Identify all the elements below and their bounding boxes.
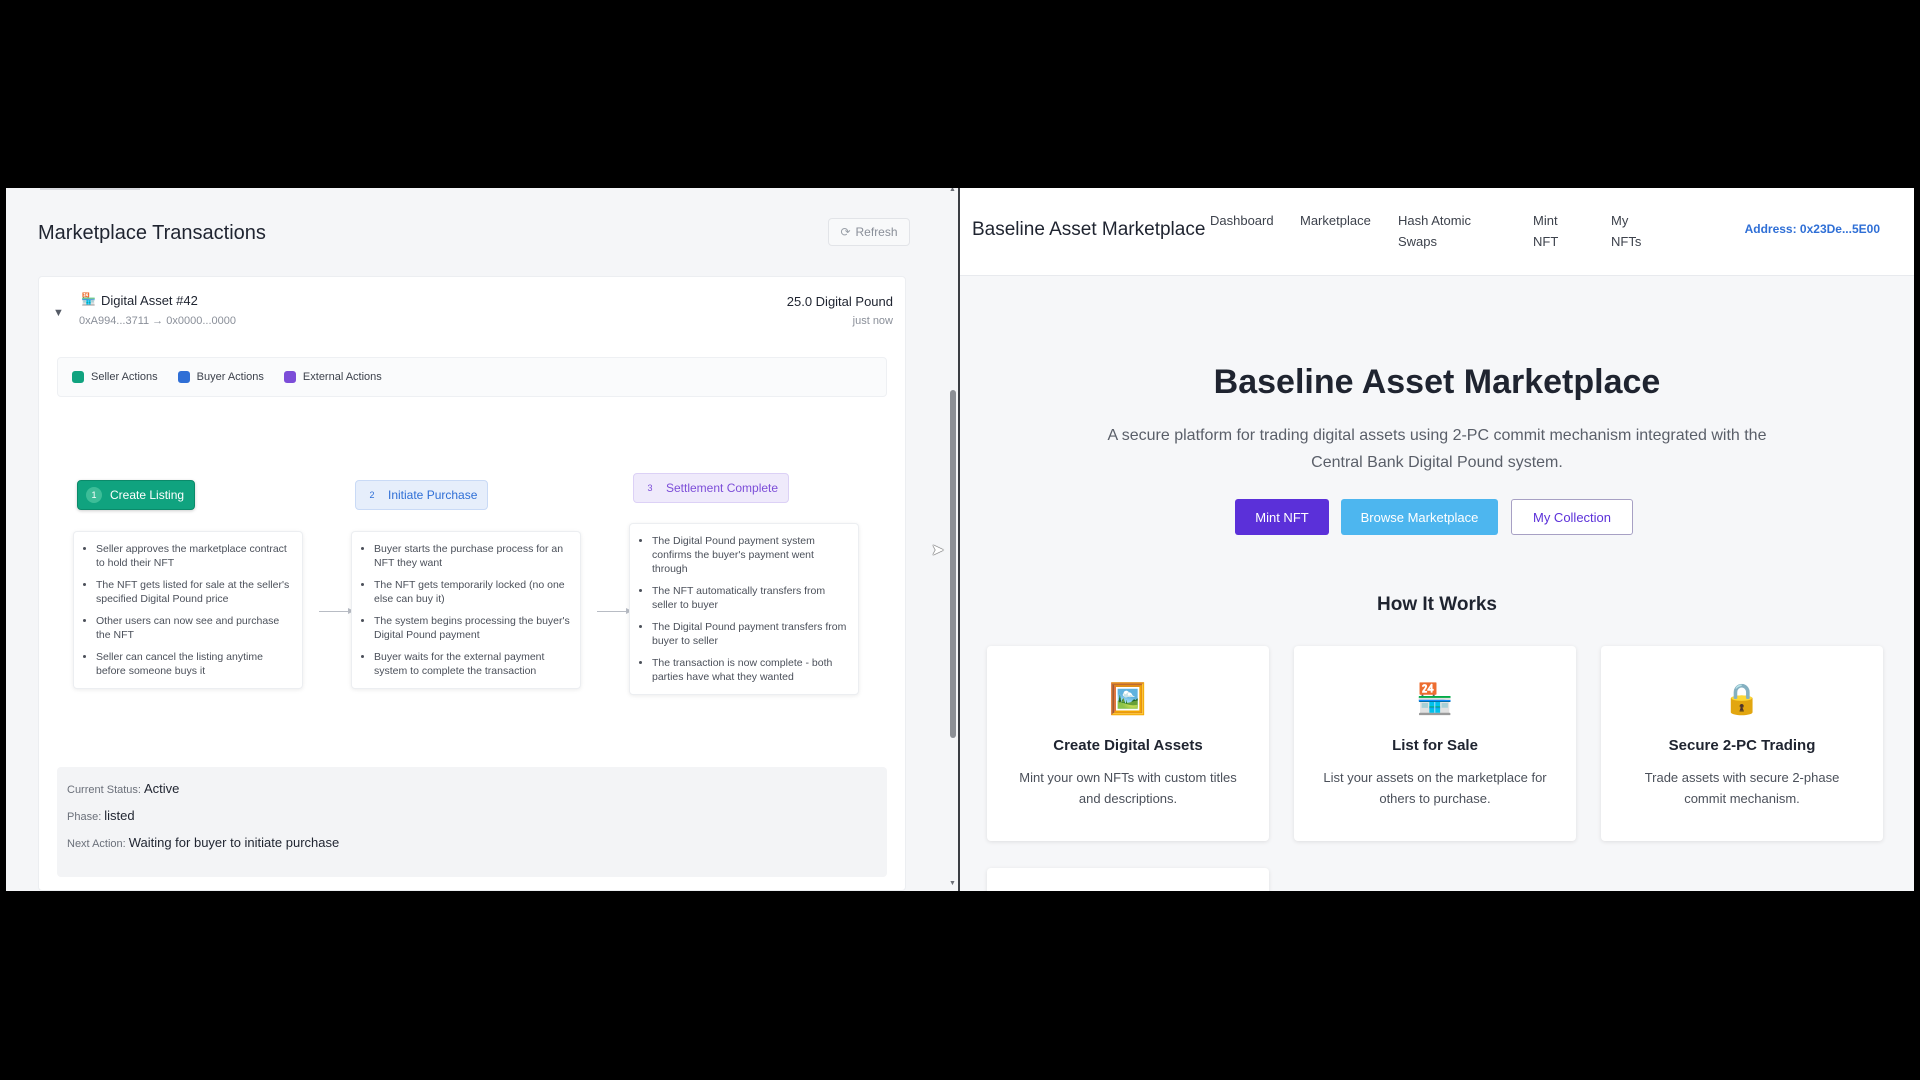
feature-title: Secure 2-PC Trading <box>1668 737 1816 754</box>
step-number: 3 <box>647 483 653 493</box>
wallet-address[interactable]: Address: 0x23De...5E00 <box>1745 222 1880 236</box>
transaction-card: ▼ 🏪 Digital Asset #42 0xA994...3711 → 0x… <box>38 276 906 891</box>
list-item: The NFT gets temporarily locked (no one … <box>374 578 570 606</box>
top-divider <box>40 188 140 190</box>
collapse-triangle-icon[interactable]: ▼ <box>53 307 64 319</box>
phase-value: listed <box>104 808 135 823</box>
list-item: Other users can now see and purchase the… <box>96 614 292 642</box>
framed-picture-icon: 🖼️ <box>1109 683 1147 716</box>
step-number: 1 <box>86 487 102 503</box>
step-initiate-purchase[interactable]: 2 Initiate Purchase <box>355 480 489 510</box>
asset-name: Digital Asset #42 <box>101 293 198 308</box>
hero-title: Baseline Asset Marketplace <box>1213 363 1661 401</box>
top-navbar: Baseline Asset Marketplace Dashboard Mar… <box>960 188 1914 276</box>
next-action: Next Action: Waiting for buyer to initiat… <box>67 835 339 850</box>
list-item: Seller approves the marketplace contract… <box>96 542 292 570</box>
nav-mint-nft[interactable]: Mint NFT <box>1533 210 1569 252</box>
mouse-cursor-icon: ➤ <box>931 542 945 559</box>
feature-card-create: 🖼️ Create Digital Assets Mint your own N… <box>987 646 1269 841</box>
nav-my-nfts[interactable]: My NFTs <box>1611 210 1647 252</box>
nav-dashboard[interactable]: Dashboard <box>1210 210 1274 231</box>
brand-title[interactable]: Baseline Asset Marketplace <box>972 219 1205 241</box>
section-title: How It Works <box>1377 594 1497 615</box>
phase-label: Phase: <box>67 811 102 823</box>
current-status: Current Status: Active <box>67 781 179 796</box>
scroll-up-icon[interactable]: ▲ <box>949 188 956 193</box>
legend-label: Seller Actions <box>91 371 158 383</box>
storefront-icon: 🏪 <box>81 292 96 306</box>
legend-buyer: Buyer Actions <box>177 371 264 383</box>
nav-hash-atomic-swaps[interactable]: Hash Atomic Swaps <box>1398 210 1498 252</box>
scrollbar-thumb[interactable] <box>950 390 956 738</box>
step-label: Create Listing <box>110 488 185 502</box>
feature-desc: Trade assets with secure 2-phase commit … <box>1644 770 1840 806</box>
step-number: 2 <box>369 490 375 500</box>
next-action-value: Waiting for buyer to initiate purchase <box>128 835 340 850</box>
step-details-create-listing: Seller approves the marketplace contract… <box>73 531 303 689</box>
step-create-listing[interactable]: 1 Create Listing <box>77 480 196 510</box>
legend-seller: Seller Actions <box>72 371 158 383</box>
list-item: The transaction is now complete - both p… <box>652 656 848 684</box>
legend-label: External Actions <box>302 371 382 383</box>
phase: Phase: listed <box>67 808 135 823</box>
feature-card-partial <box>987 868 1269 891</box>
step-label: Initiate Purchase <box>388 488 478 502</box>
transaction-amount: 25.0 Digital Pound <box>786 294 893 309</box>
step-settlement-complete[interactable]: 3 Settlement Complete <box>633 473 790 503</box>
buyer-swatch <box>177 371 190 383</box>
list-item: The Digital Pound payment transfers from… <box>652 620 848 648</box>
next-action-label: Next Action: <box>67 838 126 850</box>
browse-marketplace-button[interactable]: Browse Marketplace <box>1341 499 1498 535</box>
list-item: The NFT gets listed for sale at the sell… <box>96 578 292 606</box>
hero-subtitle: A secure platform for trading digital as… <box>1107 427 1767 471</box>
flow-arrow-icon <box>319 608 354 614</box>
feature-title: Create Digital Assets <box>1053 737 1203 754</box>
mint-nft-button[interactable]: Mint NFT <box>1235 499 1329 535</box>
step-details-settlement-complete: The Digital Pound payment system confirm… <box>629 523 859 695</box>
lock-icon: 🔒 <box>1723 683 1761 716</box>
legend: Seller Actions Buyer Actions External Ac… <box>57 357 887 397</box>
list-item: The Digital Pound payment system confirm… <box>652 534 848 576</box>
list-item: The system begins processing the buyer's… <box>374 614 570 642</box>
refresh-icon: ⟳ <box>840 225 851 239</box>
marketplace-pane: Baseline Asset Marketplace Dashboard Mar… <box>960 188 1914 891</box>
refresh-label: Refresh <box>855 225 898 239</box>
my-collection-button[interactable]: My Collection <box>1511 499 1633 535</box>
storefront-icon: 🏪 <box>1416 683 1454 716</box>
list-item: Seller can cancel the listing anytime be… <box>96 650 292 678</box>
step-label: Settlement Complete <box>666 481 779 495</box>
external-swatch <box>283 371 296 383</box>
transactions-pane: Marketplace Transactions ⟳ Refresh ▼ 🏪 D… <box>6 188 958 891</box>
status-value: Active <box>143 781 180 796</box>
refresh-button[interactable]: ⟳ Refresh <box>828 218 910 246</box>
status-label: Current Status: <box>67 784 141 796</box>
legend-external: External Actions <box>283 371 382 383</box>
step-details-initiate-purchase: Buyer starts the purchase process for an… <box>351 531 581 689</box>
list-item: Buyer starts the purchase process for an… <box>374 542 570 570</box>
seller-swatch <box>72 371 84 383</box>
nav-marketplace[interactable]: Marketplace <box>1300 210 1371 231</box>
flow-arrow-icon <box>597 608 632 614</box>
transaction-header[interactable]: ▼ 🏪 Digital Asset #42 0xA994...3711 → 0x… <box>39 277 905 337</box>
feature-card-list: 🏪 List for Sale List your assets on the … <box>1294 646 1576 841</box>
transaction-time: just now <box>852 315 893 327</box>
feature-desc: List your assets on the marketplace for … <box>1323 770 1547 806</box>
scroll-down-icon[interactable]: ▼ <box>949 880 956 887</box>
feature-card-secure: 🔒 Secure 2-PC Trading Trade assets with … <box>1601 646 1883 841</box>
status-panel: Current Status: Active Phase: listed Next … <box>57 767 887 877</box>
transfer-route: 0xA994...3711 → 0x0000...0000 <box>79 315 236 327</box>
feature-desc: Mint your own NFTs with custom titles an… <box>1019 770 1237 806</box>
page-title: Marketplace Transactions <box>38 222 266 244</box>
feature-title: List for Sale <box>1392 737 1478 754</box>
legend-label: Buyer Actions <box>196 371 264 383</box>
list-item: The NFT automatically transfers from sel… <box>652 584 848 612</box>
list-item: Buyer waits for the external payment sys… <box>374 650 570 678</box>
